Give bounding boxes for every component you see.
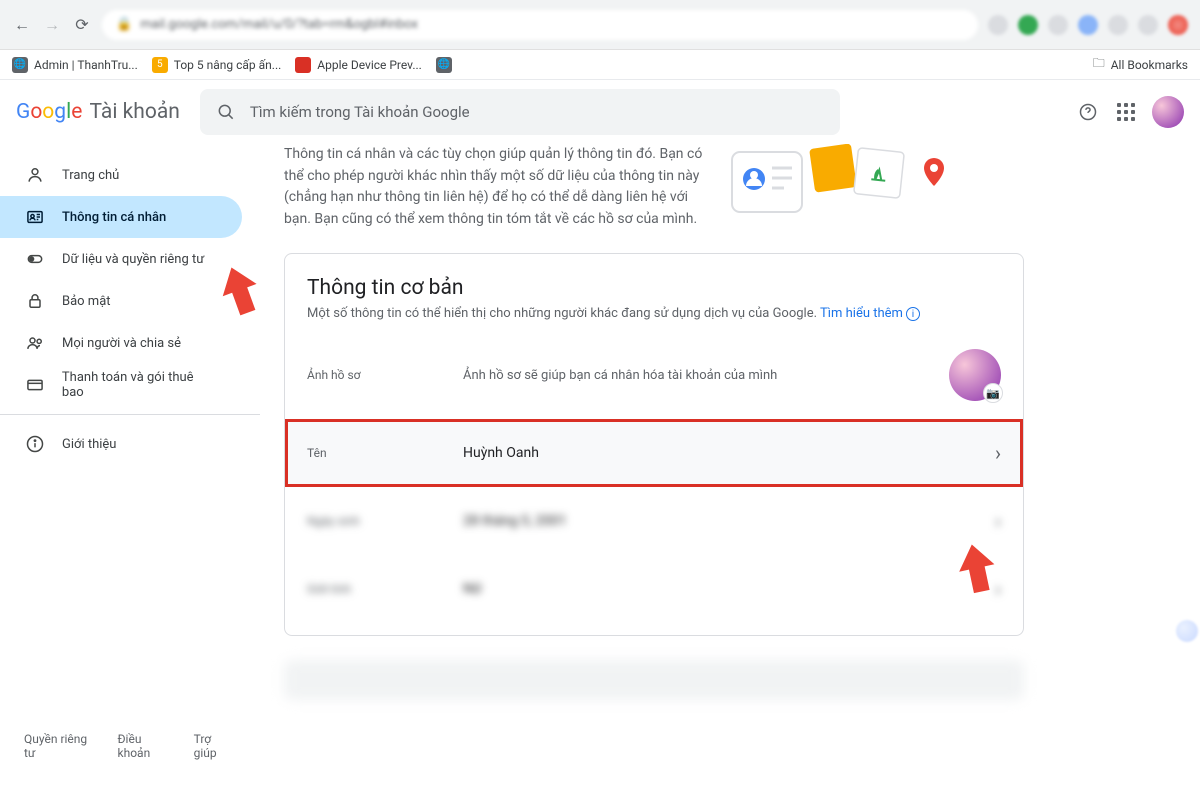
back-button[interactable]: ← bbox=[12, 15, 32, 35]
bookmark-item[interactable]: 🌐 Admin | ThanhTru... bbox=[12, 57, 138, 73]
row-value: 28 tháng 5, 2001 bbox=[463, 513, 995, 529]
basic-info-card: Thông tin cơ bản Một số thông tin có thể… bbox=[284, 253, 1024, 637]
help-icon[interactable] bbox=[1076, 100, 1100, 124]
privacy-link[interactable]: Quyền riêng tư bbox=[24, 732, 100, 760]
row-label: Giới tính bbox=[307, 582, 463, 596]
camera-icon: 📷 bbox=[983, 383, 1003, 403]
terms-link[interactable]: Điều khoản bbox=[118, 732, 176, 760]
lock-icon: 🔒 bbox=[116, 17, 132, 32]
card-title: Thông tin cơ bản bbox=[307, 276, 1001, 300]
ext-icon[interactable] bbox=[1078, 15, 1098, 35]
favicon-icon bbox=[295, 57, 311, 73]
illustration bbox=[724, 144, 964, 224]
bookmark-item[interactable]: 🌐 bbox=[436, 57, 452, 73]
profile-avatar-icon[interactable] bbox=[1168, 15, 1188, 35]
sidebar-item-label: Thanh toán và gói thuê bao bbox=[62, 370, 218, 400]
ext-icon[interactable] bbox=[1138, 15, 1158, 35]
sidebar-item-home[interactable]: Trang chủ bbox=[0, 154, 242, 196]
row-label: Ngày sinh bbox=[307, 514, 463, 528]
bookmark-item[interactable]: 5 Top 5 nâng cấp ấn... bbox=[152, 57, 282, 73]
account-avatar[interactable] bbox=[1152, 96, 1184, 128]
sidebar-item-payments[interactable]: Thanh toán và gói thuê bao bbox=[0, 364, 242, 406]
sidebar-item-personal-info[interactable]: Thông tin cá nhân bbox=[0, 196, 242, 238]
id-card-icon bbox=[24, 206, 46, 228]
sidebar-item-label: Mọi người và chia sẻ bbox=[62, 336, 181, 351]
ext-icon[interactable] bbox=[1018, 15, 1038, 35]
sidebar-item-label: Giới thiệu bbox=[62, 437, 116, 452]
reload-button[interactable]: ⟳ bbox=[72, 15, 92, 35]
bookmark-label: Admin | ThanhTru... bbox=[34, 58, 138, 72]
bookmark-label: Top 5 nâng cấp ấn... bbox=[174, 58, 282, 72]
info-icon bbox=[24, 433, 46, 455]
app-header: Google Tài khoản Tìm kiếm trong Tài khoả… bbox=[0, 80, 1200, 144]
row-description: Ảnh hồ sơ sẽ giúp bạn cá nhân hóa tài kh… bbox=[463, 368, 949, 383]
bookmark-label: Apple Device Prev... bbox=[317, 58, 422, 72]
ext-icon[interactable] bbox=[1048, 15, 1068, 35]
sidebar-item-data-privacy[interactable]: Dữ liệu và quyền riêng tư bbox=[0, 238, 242, 280]
row-value: Huỳnh Oanh bbox=[463, 445, 995, 461]
sidebar-item-label: Thông tin cá nhân bbox=[62, 210, 166, 225]
browser-toolbar-right bbox=[988, 15, 1188, 35]
search-icon bbox=[216, 102, 236, 122]
folder-icon: 🗀 bbox=[1093, 54, 1105, 75]
card-subtitle: Một số thông tin có thể hiển thị cho nhữ… bbox=[307, 306, 1001, 322]
row-value: Nữ bbox=[463, 581, 995, 597]
home-icon bbox=[24, 164, 46, 186]
sidebar-item-label: Bảo mật bbox=[62, 294, 111, 309]
gender-row[interactable]: Giới tính Nữ › bbox=[285, 555, 1023, 623]
forward-button[interactable]: → bbox=[42, 15, 62, 35]
search-input[interactable]: Tìm kiếm trong Tài khoản Google bbox=[200, 89, 840, 135]
main-content: Thông tin cá nhân và các tùy chọn giúp q… bbox=[260, 144, 1200, 800]
favicon-icon: 🌐 bbox=[12, 57, 28, 73]
pointer-arrow-icon bbox=[955, 542, 999, 596]
people-icon bbox=[24, 332, 46, 354]
help-link[interactable]: Trợ giúp bbox=[194, 732, 236, 760]
url-bar[interactable]: 🔒 mail.google.com/mail/u/0/?tab=rm&ogbl#… bbox=[102, 10, 978, 40]
sidebar-item-about[interactable]: Giới thiệu bbox=[0, 423, 242, 465]
search-placeholder: Tìm kiếm trong Tài khoản Google bbox=[250, 103, 470, 121]
product-name: Tài khoản bbox=[90, 100, 180, 124]
sidebar-item-label: Trang chủ bbox=[62, 168, 119, 183]
credit-card-icon bbox=[24, 374, 46, 396]
name-row[interactable]: Tên Huỳnh Oanh › bbox=[285, 419, 1023, 487]
info-badge-icon: i bbox=[906, 307, 920, 321]
all-bookmarks[interactable]: 🗀 All Bookmarks bbox=[1093, 54, 1188, 75]
profile-photo-row[interactable]: Ảnh hồ sơ Ảnh hồ sơ sẽ giúp bạn cá nhân … bbox=[285, 331, 1023, 419]
apps-icon[interactable] bbox=[1114, 100, 1138, 124]
sidebar-item-people-sharing[interactable]: Mọi người và chia sẻ bbox=[0, 322, 242, 364]
url-text: mail.google.com/mail/u/0/?tab=rm&ogbl#in… bbox=[140, 17, 418, 32]
google-logo[interactable]: Google Tài khoản bbox=[16, 100, 180, 124]
lock-icon bbox=[24, 290, 46, 312]
footer-links: Quyền riêng tư Điều khoản Trợ giúp bbox=[0, 732, 260, 800]
learn-more-link[interactable]: Tìm hiểu thêm bbox=[820, 306, 903, 321]
favicon-icon: 5 bbox=[152, 57, 168, 73]
sidebar-item-label: Dữ liệu và quyền riêng tư bbox=[62, 252, 204, 267]
birthday-row[interactable]: Ngày sinh 28 tháng 5, 2001 › bbox=[285, 487, 1023, 555]
row-label: Ảnh hồ sơ bbox=[307, 368, 463, 382]
bookmarks-bar: 🌐 Admin | ThanhTru... 5 Top 5 nâng cấp ấ… bbox=[0, 50, 1200, 80]
browser-toolbar: ← → ⟳ 🔒 mail.google.com/mail/u/0/?tab=rm… bbox=[0, 0, 1200, 50]
blurred-section bbox=[284, 660, 1024, 700]
chevron-right-icon: › bbox=[995, 441, 1001, 465]
pointer-arrow-icon bbox=[218, 264, 262, 318]
profile-avatar[interactable]: 📷 bbox=[949, 349, 1001, 401]
toggle-icon bbox=[24, 248, 46, 270]
sidebar: Trang chủ Thông tin cá nhân Dữ liệu và q… bbox=[0, 144, 260, 800]
ext-icon[interactable] bbox=[1108, 15, 1128, 35]
intro-text: Thông tin cá nhân và các tùy chọn giúp q… bbox=[284, 144, 704, 231]
favicon-icon: 🌐 bbox=[436, 57, 452, 73]
chevron-right-icon: › bbox=[995, 509, 1001, 533]
ext-icon[interactable] bbox=[988, 15, 1008, 35]
divider bbox=[0, 414, 260, 415]
assistant-fab-icon[interactable] bbox=[1176, 620, 1198, 642]
row-label: Tên bbox=[307, 446, 463, 460]
all-bookmarks-label: All Bookmarks bbox=[1111, 58, 1188, 72]
bookmark-item[interactable]: Apple Device Prev... bbox=[295, 57, 422, 73]
sidebar-item-security[interactable]: Bảo mật bbox=[0, 280, 242, 322]
